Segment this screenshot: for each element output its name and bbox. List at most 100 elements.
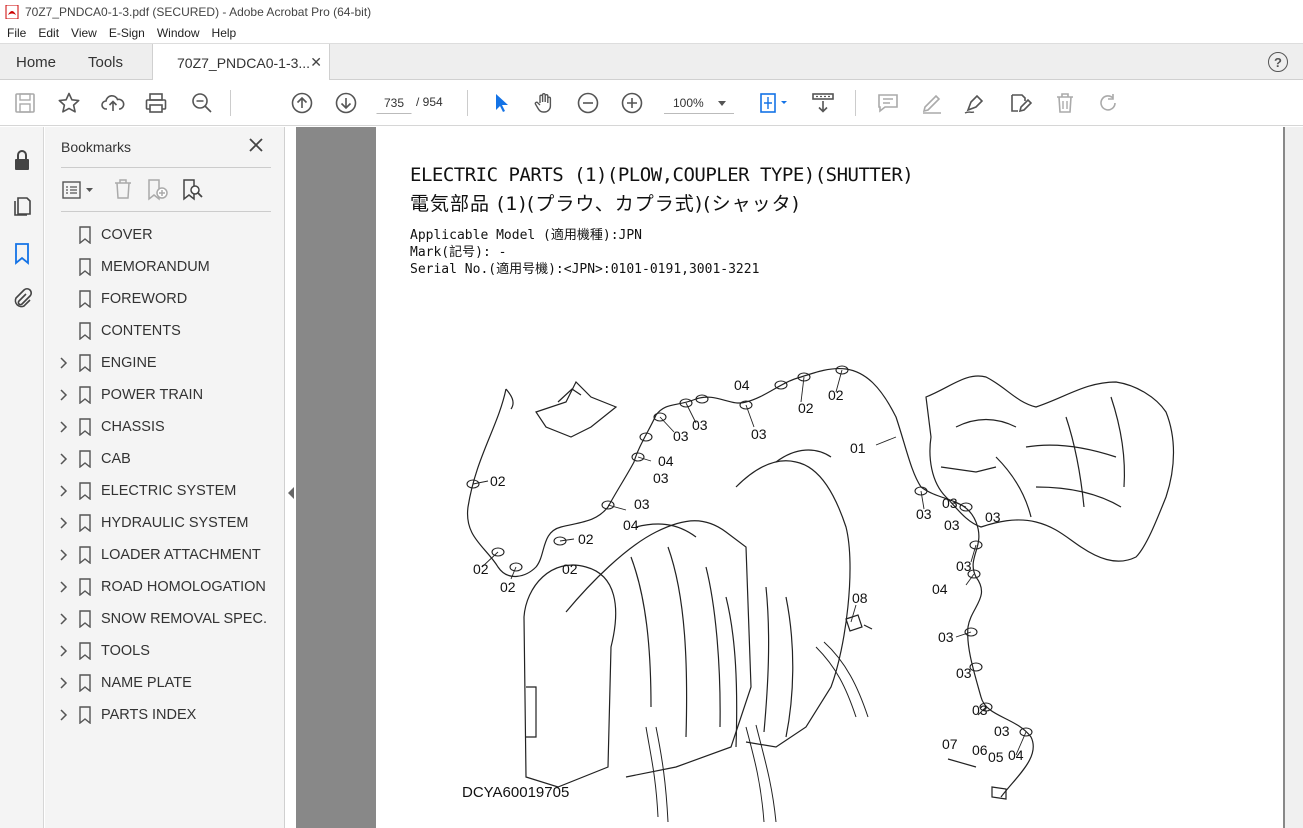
select-cursor-icon[interactable]: [489, 91, 513, 115]
bookmark-icon: [79, 610, 91, 628]
window-title-bar: 70Z7_PNDCA0-1-3.pdf (SECURED) - Adobe Ac…: [0, 0, 1303, 23]
chevron-right-icon[interactable]: [59, 421, 69, 433]
print-icon[interactable]: [144, 91, 168, 115]
bookmark-item[interactable]: COVER: [45, 219, 285, 251]
menu-edit[interactable]: Edit: [31, 26, 64, 40]
ref-label: 03: [942, 495, 958, 511]
attachment-icon[interactable]: [10, 287, 34, 311]
ref-label: 02: [828, 387, 844, 403]
bookmarks-panel: Bookmarks COVER MEMORANDUM FOREWORD CONTENT…: [45, 127, 285, 828]
bookmark-label: LOADER ATTACHMENT: [101, 547, 261, 563]
bookmark-item[interactable]: ENGINE: [45, 347, 285, 379]
upload-cloud-icon[interactable]: [101, 91, 125, 115]
tab-bar: Home Tools 70Z7_PNDCA0-1-3... ✕ ?: [0, 43, 1303, 81]
bookmark-panel-icon[interactable]: [10, 241, 34, 265]
ref-label: 03: [972, 702, 988, 718]
close-icon[interactable]: [248, 137, 264, 153]
help-icon[interactable]: ?: [1268, 52, 1288, 72]
zoom-search-icon[interactable]: [190, 91, 214, 115]
bookmark-options-icon[interactable]: [61, 179, 95, 201]
bookmark-item[interactable]: CONTENTS: [45, 315, 285, 347]
ref-label: 04: [932, 581, 948, 597]
tab-document[interactable]: 70Z7_PNDCA0-1-3... ✕: [152, 44, 330, 81]
vertical-scrollbar[interactable]: [1285, 127, 1303, 828]
tab-home[interactable]: Home: [16, 44, 56, 80]
bookmark-icon: [79, 322, 91, 340]
menu-help[interactable]: Help: [205, 26, 242, 40]
chevron-right-icon[interactable]: [59, 357, 69, 369]
bookmark-item[interactable]: POWER TRAIN: [45, 379, 285, 411]
comment-icon[interactable]: [876, 91, 900, 115]
menu-view[interactable]: View: [64, 26, 102, 40]
chevron-right-icon[interactable]: [59, 485, 69, 497]
menu-esign[interactable]: E-Sign: [102, 26, 150, 40]
ref-label: 03: [673, 428, 689, 444]
menu-window[interactable]: Window: [150, 26, 205, 40]
bookmark-item[interactable]: NAME PLATE: [45, 667, 285, 699]
toolbar-separator: [467, 90, 468, 116]
bookmark-label: MEMORANDUM: [101, 259, 210, 275]
chevron-right-icon[interactable]: [59, 613, 69, 625]
find-bookmark-icon[interactable]: [180, 177, 204, 201]
ref-label: 05: [988, 749, 1004, 765]
close-icon[interactable]: ✕: [310, 54, 322, 71]
bookmark-item[interactable]: MEMORANDUM: [45, 251, 285, 283]
bookmark-item[interactable]: CHASSIS: [45, 411, 285, 443]
chevron-right-icon[interactable]: [59, 453, 69, 465]
bookmark-item[interactable]: TOOLS: [45, 635, 285, 667]
zoom-level-value: 100%: [673, 95, 704, 110]
chevron-right-icon[interactable]: [59, 709, 69, 721]
zoom-out-icon[interactable]: [576, 91, 600, 115]
bookmark-icon: [79, 290, 91, 308]
chevron-right-icon[interactable]: [59, 645, 69, 657]
bookmark-icon: [79, 386, 91, 404]
bookmark-item[interactable]: PARTS INDEX: [45, 699, 285, 731]
chevron-right-icon[interactable]: [59, 581, 69, 593]
zoom-level-select[interactable]: 100%: [664, 92, 734, 114]
chevron-right-icon[interactable]: [59, 389, 69, 401]
fit-page-icon[interactable]: [756, 91, 790, 115]
arrow-up-circle-icon[interactable]: [290, 91, 314, 115]
chevron-right-icon[interactable]: [59, 549, 69, 561]
hand-tool-icon[interactable]: [532, 91, 556, 115]
bookmark-item[interactable]: CAB: [45, 443, 285, 475]
scroll-mode-icon[interactable]: [811, 91, 835, 115]
ref-label: 08: [852, 590, 868, 606]
bookmark-item[interactable]: ELECTRIC SYSTEM: [45, 475, 285, 507]
menu-file[interactable]: File: [0, 26, 31, 40]
page-number-input[interactable]: 735: [376, 92, 412, 114]
chevron-right-icon[interactable]: [59, 677, 69, 689]
main-toolbar: 735 / 954 100%: [0, 80, 1303, 126]
new-bookmark-icon[interactable]: [145, 177, 169, 201]
fill-sign-icon[interactable]: [963, 91, 987, 115]
arrow-down-circle-icon[interactable]: [334, 91, 358, 115]
left-nav-rail: [0, 127, 44, 828]
bookmark-label: NAME PLATE: [101, 675, 192, 691]
edit-pdf-icon[interactable]: [1008, 91, 1032, 115]
star-icon[interactable]: [57, 91, 81, 115]
bookmark-item[interactable]: LOADER ATTACHMENT: [45, 539, 285, 571]
bookmark-item[interactable]: HYDRAULIC SYSTEM: [45, 507, 285, 539]
ref-label: 03: [944, 517, 960, 533]
page-thumbnails-icon[interactable]: [10, 194, 34, 218]
rotate-icon[interactable]: [1096, 91, 1120, 115]
chevron-right-icon[interactable]: [59, 517, 69, 529]
delete-icon[interactable]: [1053, 91, 1077, 115]
tab-tools[interactable]: Tools: [88, 44, 123, 80]
bookmark-item[interactable]: FOREWORD: [45, 283, 285, 315]
zoom-in-icon[interactable]: [620, 91, 644, 115]
delete-bookmark-icon[interactable]: [112, 177, 134, 201]
bookmark-label: HYDRAULIC SYSTEM: [101, 515, 249, 531]
bookmark-label: ELECTRIC SYSTEM: [101, 483, 237, 499]
ref-label: 03: [985, 509, 1001, 525]
lock-icon[interactable]: [10, 148, 34, 172]
bookmark-item[interactable]: SNOW REMOVAL SPEC.: [45, 603, 285, 635]
highlight-pen-icon[interactable]: [920, 91, 944, 115]
ref-label: 03: [956, 558, 972, 574]
save-icon[interactable]: [13, 91, 37, 115]
bookmark-item[interactable]: ROAD HOMOLOGATION: [45, 571, 285, 603]
collapse-panel-icon[interactable]: [287, 487, 295, 499]
ref-label: 03: [653, 470, 669, 486]
bookmark-icon: [79, 514, 91, 532]
bookmark-label: COVER: [101, 227, 153, 243]
